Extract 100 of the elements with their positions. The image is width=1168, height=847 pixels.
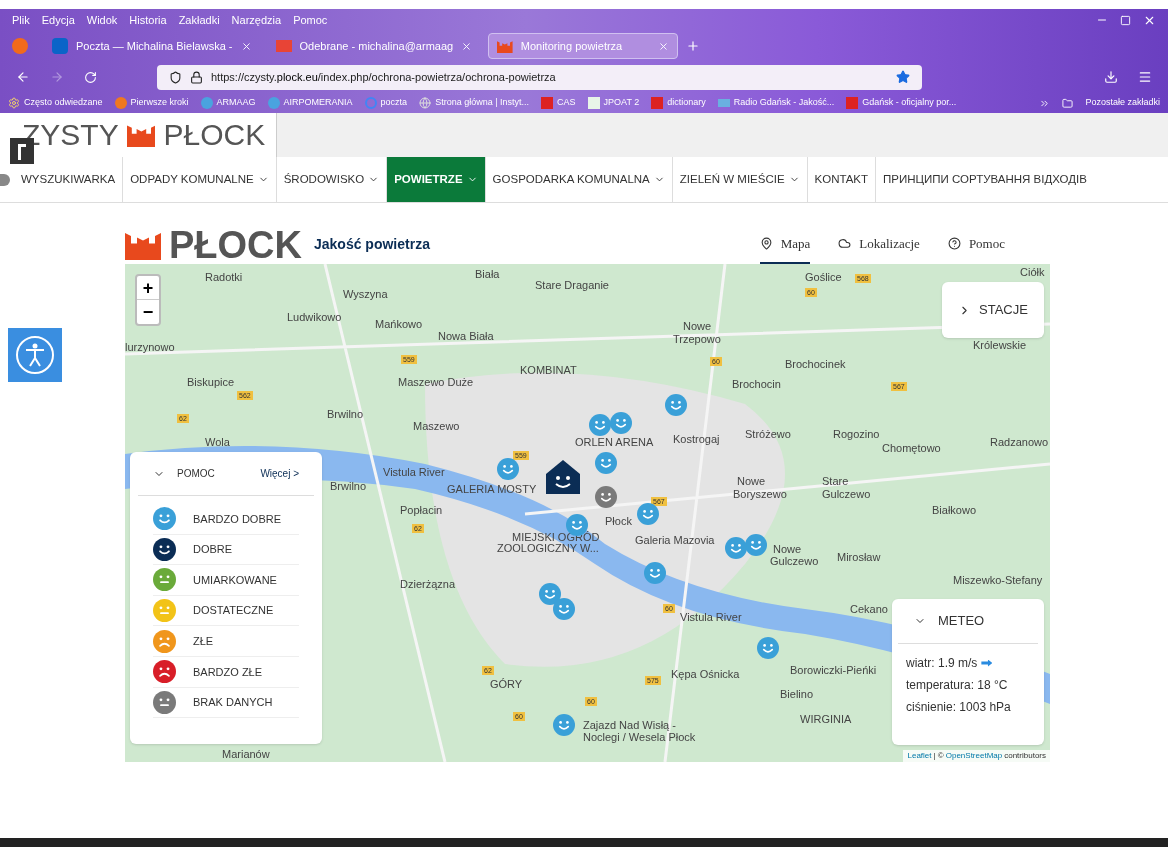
place-label: Płock <box>605 516 632 527</box>
view-tab[interactable]: Pomoc <box>947 225 1005 264</box>
attribution-text: contributors <box>1004 750 1046 762</box>
place-label: KOMBINAT <box>520 365 577 376</box>
place-label: Ciółk <box>1020 267 1045 278</box>
place-label: Nowe <box>683 321 712 332</box>
place-label: Chomętowo <box>882 443 941 454</box>
bookmark-item[interactable]: JPOAT 2 <box>587 96 640 110</box>
place-label: Noclegi / Wesela Płock <box>583 732 696 743</box>
legend-label: UMIARKOWANE <box>193 572 277 588</box>
place-label: lurzynowo <box>125 342 175 353</box>
bookmark-item[interactable]: dictionary <box>651 96 706 110</box>
pressure-reading: ciśnienie: 1003 hPa <box>906 699 1012 716</box>
nav-item[interactable]: WYSZUKIWARKA <box>14 157 123 202</box>
place-label: Popłacin <box>400 505 443 516</box>
bookmark-item[interactable]: Gdańsk - oficjalny por... <box>846 96 957 110</box>
stations-button[interactable]: STACJE <box>942 282 1044 338</box>
place-label: Maszewo Duże <box>398 377 474 388</box>
place-label: Kostrogaj <box>673 434 720 445</box>
bookmark-item[interactable]: Często odwiedzane <box>8 96 103 110</box>
place-label: Maszewo <box>413 421 460 432</box>
place-label: Stare Draganie <box>535 280 609 291</box>
place-label: Nowe <box>737 476 766 487</box>
osm-link[interactable]: OpenStreetMap <box>945 750 1003 762</box>
place-label: Wola <box>205 437 230 448</box>
browser-tab[interactable]: Poczta — Michalina Bielawska - <box>44 33 260 59</box>
bookmark-item[interactable]: Strona główna | Instyt... <box>419 96 530 110</box>
panel-title: POMOC <box>177 467 215 481</box>
panel-title: METEO <box>938 612 985 631</box>
legend-label: BRAK DANYCH <box>193 695 273 711</box>
place-label: WIRGINIA <box>800 714 852 725</box>
zoom-in-button[interactable]: + <box>137 276 159 300</box>
place-label: Vistula River <box>680 612 742 623</box>
place-label: Rogozino <box>833 429 880 440</box>
bookmark-item[interactable]: Radio Gdańsk - Jakość... <box>717 96 835 110</box>
place-label: Mirosław <box>837 552 881 563</box>
menu-item[interactable]: Narzędzia <box>231 11 282 29</box>
place-label: Miszewko-Stefany <box>953 575 1043 586</box>
menu-item[interactable]: Widok <box>86 11 118 29</box>
place-label: GALERIA MOSTY <box>447 484 537 495</box>
place-label: ORLEN ARENA <box>575 437 654 448</box>
place-label: Mańkowo <box>375 319 423 330</box>
place-label: GÓRY <box>490 679 523 690</box>
nav-item[interactable]: ODPADY KOMUNALNE <box>122 157 276 202</box>
menu-item[interactable]: Historia <box>129 11 167 29</box>
more-link[interactable]: Więcej > <box>260 466 299 481</box>
place-label: Królewskie <box>973 340 1027 351</box>
temperature-reading: temperatura: 18 °C <box>906 677 1009 694</box>
place-label: Boryszewo <box>733 489 787 500</box>
browser-tab[interactable]: Odebrane - michalina@armaag <box>267 33 481 59</box>
legend-label: ZŁE <box>193 633 214 649</box>
place-label: Galeria Mazovia <box>635 535 715 546</box>
place-label: Brwilno <box>330 481 367 492</box>
place-label: Nowa Biała <box>438 331 494 342</box>
browser-tab[interactable]: Monitoring powietrza <box>488 33 679 59</box>
place-label: Biała <box>475 269 500 280</box>
place-label: Biskupice <box>187 377 235 388</box>
view-tab[interactable]: Lokalizacje <box>838 225 920 264</box>
bookmark-item[interactable]: Pierwsze kroki <box>114 96 189 110</box>
logo-text: PŁOCK <box>163 120 266 150</box>
legend-label: DOBRE <box>193 542 233 558</box>
nav-item[interactable]: ПРИНЦИПИ СОРТУВАННЯ ВІДХОДІВ <box>875 157 1094 202</box>
legend-label: BARDZO DOBRE <box>193 511 281 527</box>
bookmark-folder[interactable]: Pozostałe zakładki <box>1085 96 1160 110</box>
place-label: Marianów <box>222 749 270 760</box>
place-label: Kępa Ośnicka <box>671 669 740 680</box>
attribution-text: | © <box>933 750 944 762</box>
menu-item[interactable]: Plik <box>12 11 30 29</box>
menu-item[interactable]: Pomoc <box>293 11 328 29</box>
menu-item[interactable]: Zakładki <box>178 11 220 29</box>
place-label: Gulczewo <box>822 489 871 500</box>
bookmark-item[interactable]: poczta <box>364 96 408 110</box>
place-label: Dzierżązna <box>400 579 456 590</box>
place-label: Vistula River <box>383 467 445 478</box>
place-label: Radotki <box>205 272 243 283</box>
nav-item[interactable]: GOSPODARKA KOMUNALNA <box>484 157 672 202</box>
zoom-out-button[interactable]: − <box>137 300 159 324</box>
place-label: Stróżewo <box>745 429 791 440</box>
nav-item[interactable]: ZIELEŃ W MIEŚCIE <box>671 157 807 202</box>
app-title: Jakość powietrza <box>314 235 430 254</box>
place-label: Cekano <box>850 604 888 615</box>
place-label: Nowe <box>773 544 802 555</box>
menu-item[interactable]: Edycja <box>41 11 75 29</box>
place-label: Gulczewo <box>770 556 819 567</box>
bookmark-item[interactable]: ARMAAG <box>200 96 256 110</box>
place-label: Brochocin <box>732 379 781 390</box>
legend-label: DOSTATECZNE <box>193 603 274 619</box>
place-label: Trzepowo <box>673 334 721 345</box>
place-label: Ludwikowo <box>287 312 342 323</box>
place-label: Radzanowo <box>990 437 1049 448</box>
bookmark-item[interactable]: AIRPOMERANIA <box>267 96 353 110</box>
bookmark-item[interactable]: CAS <box>541 96 576 110</box>
nav-item[interactable]: POWIETRZE <box>386 157 485 202</box>
leaflet-link[interactable]: Leaflet <box>907 750 932 762</box>
place-label: Goślice <box>805 272 842 283</box>
place-label: Białkowo <box>932 505 977 516</box>
place-label: Brochocinek <box>785 359 846 370</box>
place-label: Borowiczki-Pieńki <box>790 665 877 676</box>
nav-item[interactable]: KONTAKT <box>806 157 876 202</box>
address-field[interactable]: https://czysty.plock.eu/index.php/ochrona-powietrza/ochrona-powietrza <box>157 64 922 90</box>
